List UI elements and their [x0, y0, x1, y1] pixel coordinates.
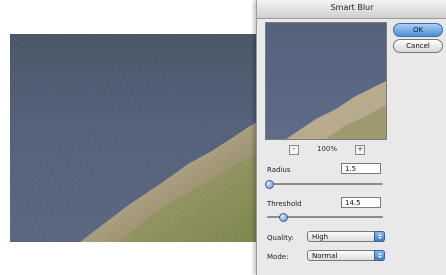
mode-value: Normal: [312, 252, 338, 260]
radius-slider-track[interactable]: [267, 183, 383, 185]
threshold-input[interactable]: 14.5: [341, 197, 381, 208]
zoom-level: 100%: [317, 145, 338, 153]
ok-button[interactable]: OK: [393, 23, 443, 37]
quality-value: High: [312, 233, 329, 241]
dialog-titlebar[interactable]: Smart Blur: [257, 0, 446, 19]
preview-window[interactable]: [265, 22, 387, 140]
zoom-out-button[interactable]: -: [289, 145, 299, 155]
smart-blur-dialog: Smart Blur OK Cancel - 100% + Radius 1.5…: [256, 0, 446, 275]
quality-select[interactable]: High: [307, 231, 385, 242]
image-canvas: [10, 34, 264, 242]
radius-input[interactable]: 1.5: [341, 163, 381, 174]
zoom-in-icon: +: [355, 145, 365, 155]
dialog-title: Smart Blur: [330, 3, 374, 12]
radius-slider-knob[interactable]: [265, 180, 275, 189]
preview-image: [286, 81, 386, 139]
quality-label: Quality:: [267, 234, 294, 242]
mode-label: Mode:: [267, 253, 289, 261]
threshold-label: Threshold: [267, 200, 302, 208]
threshold-slider-knob[interactable]: [279, 213, 289, 222]
radius-label: Radius: [267, 166, 291, 174]
dropdown-arrow-icon: [374, 231, 385, 242]
dropdown-arrow-icon: [374, 250, 385, 261]
zoom-in-button[interactable]: +: [355, 145, 365, 155]
zoom-out-icon: -: [289, 145, 299, 155]
mode-select[interactable]: Normal: [307, 250, 385, 261]
cancel-button[interactable]: Cancel: [393, 39, 443, 53]
